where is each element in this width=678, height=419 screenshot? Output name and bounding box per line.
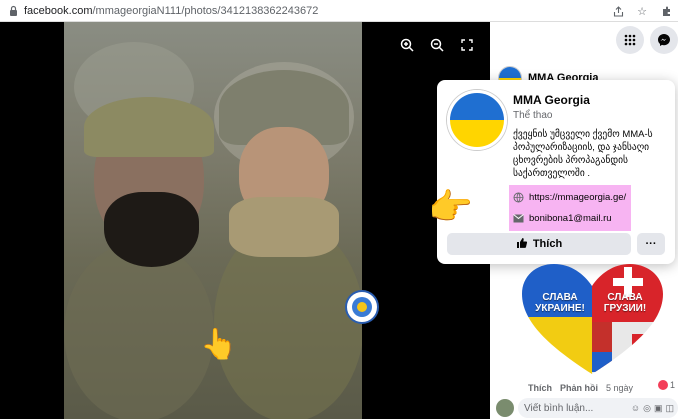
photo-viewer[interactable]: 👆: [0, 22, 490, 419]
messenger-icon[interactable]: [650, 26, 678, 54]
fullscreen-icon[interactable]: [458, 36, 476, 54]
page-avatar[interactable]: [447, 90, 507, 150]
url-path: /mmageorgiaN111/photos/3412138362243672: [92, 4, 319, 17]
card-description: ქვეყნის უმცველი ქვემო MMA-ს პოპულარიზაცი…: [513, 129, 653, 179]
website-link[interactable]: https://mmageorgia.ge/: [529, 192, 626, 203]
image-text-right: СЛАВА ГРУЗИИ!: [603, 292, 647, 314]
pointing-hand-emoji: 👆: [200, 328, 238, 361]
email-row[interactable]: bonibona1@mail.ru: [512, 208, 628, 229]
comment-input[interactable]: Viết bình luận... ☺ ◎ ▣ ◫: [518, 398, 678, 418]
comment-placeholder: Viết bình luận...: [524, 402, 594, 414]
comment-image[interactable]: СЛАВА УКРАИНЕ! СЛАВА ГРУЗИИ!: [520, 262, 665, 377]
comment-composer: Viết bình luận... ☺ ◎ ▣ ◫: [496, 397, 678, 419]
camera-icon[interactable]: ◎: [643, 403, 651, 414]
globe-icon: [512, 192, 524, 204]
like-page-button[interactable]: Thích: [447, 233, 631, 255]
heart-reaction-icon: [658, 380, 668, 390]
share-icon[interactable]: [610, 3, 626, 19]
email-link[interactable]: bonibona1@mail.ru: [529, 213, 612, 224]
envelope-icon: [512, 213, 524, 225]
zoom-in-icon[interactable]: [398, 36, 416, 54]
image-text-left: СЛАВА УКРАИНЕ!: [535, 292, 585, 314]
card-category: Thể thao: [513, 110, 553, 121]
zoom-out-icon[interactable]: [428, 36, 446, 54]
reaction-number: 1: [670, 380, 676, 390]
browser-address-bar[interactable]: facebook.com/mmageorgiaN111/photos/34121…: [0, 0, 678, 22]
url-host: facebook.com: [24, 4, 93, 17]
comment-like-link[interactable]: Thích: [528, 383, 552, 393]
comment-time[interactable]: 5 ngày: [606, 383, 633, 393]
gif-icon[interactable]: ▣: [654, 403, 663, 414]
pointing-hand-emoji: 👉: [428, 186, 473, 227]
star-icon[interactable]: ☆: [634, 3, 650, 19]
like-label: Thích: [532, 238, 563, 250]
like-icon: [516, 237, 528, 252]
more-options-button[interactable]: ···: [637, 233, 665, 255]
user-avatar[interactable]: [496, 399, 514, 417]
extensions-icon[interactable]: [658, 3, 674, 19]
reaction-count[interactable]: 1: [658, 380, 675, 390]
card-page-name[interactable]: MMA Georgia: [513, 93, 590, 107]
website-row[interactable]: https://mmageorgia.ge/: [512, 187, 628, 208]
contact-highlight: https://mmageorgia.ge/ bonibona1@mail.ru: [509, 185, 631, 231]
unit-patch: [345, 290, 379, 324]
url-text[interactable]: facebook.com/mmageorgiaN111/photos/34121…: [24, 5, 318, 17]
comment-reply-link[interactable]: Phản hồi: [560, 383, 598, 393]
menu-grid-icon[interactable]: [616, 26, 644, 54]
emoji-icon[interactable]: ☺: [631, 403, 640, 414]
page-hover-card: MMA Georgia Thể thao ქვეყნის უმცველი ქვე…: [437, 80, 675, 264]
lock-icon[interactable]: [6, 4, 20, 18]
sticker-icon[interactable]: ◫: [665, 403, 674, 414]
